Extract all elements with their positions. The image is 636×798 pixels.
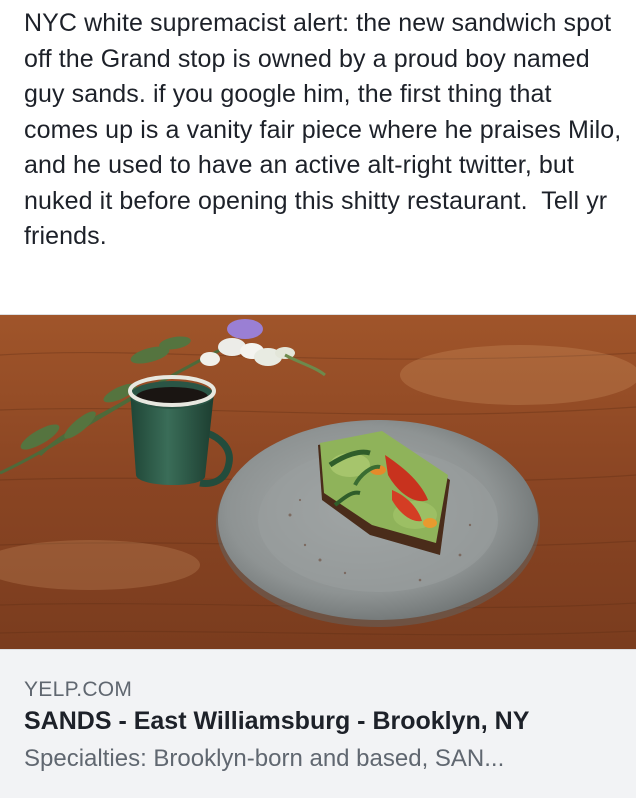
- link-domain: YELP.COM: [24, 678, 133, 701]
- link-title[interactable]: SANDS - East Williamsburg - Brooklyn, NY: [24, 707, 529, 736]
- link-description: Specialties: Brooklyn-born and based, SA…: [24, 745, 505, 772]
- link-preview-image[interactable]: [0, 315, 636, 649]
- post-text: NYC white supremacist alert: the new san…: [24, 9, 629, 250]
- link-preview-meta[interactable]: YELP.COM SANDS - East Williamsburg - Bro…: [0, 649, 636, 798]
- link-preview-card[interactable]: YELP.COM SANDS - East Williamsburg - Bro…: [0, 314, 636, 798]
- facebook-post: NYC white supremacist alert: the new san…: [0, 0, 636, 798]
